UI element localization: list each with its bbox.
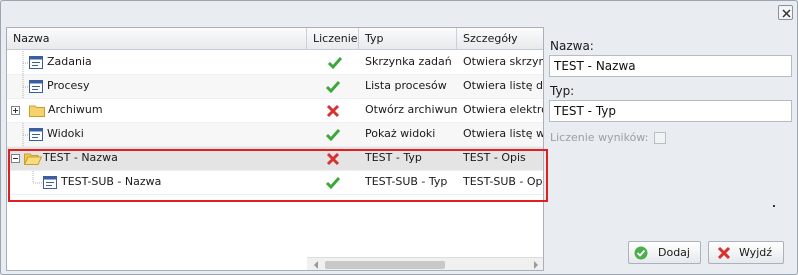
- col-header-counting[interactable]: Liczenie: [307, 28, 359, 50]
- check-icon: [325, 81, 341, 94]
- col-header-type[interactable]: Typ: [359, 28, 457, 50]
- row-name: Zadania: [47, 55, 92, 68]
- row-name: Archiwum: [48, 103, 103, 116]
- row-type: Otwórz archiwum: [365, 103, 457, 116]
- row-details: TEST - Opis: [463, 151, 526, 164]
- tree-line-icon: [22, 75, 29, 99]
- tree-row[interactable]: Archiwum Otwórz archiwum Otwiera elektro…: [7, 99, 543, 123]
- check-icon: [327, 57, 343, 70]
- tree-row[interactable]: Procesy Lista procesów Otwiera listę do: [7, 75, 544, 99]
- scroll-thumb[interactable]: [325, 261, 445, 269]
- row-name: Widoki: [47, 127, 84, 140]
- exit-button[interactable]: Wyjdź: [708, 241, 784, 264]
- col-header-name[interactable]: Nazwa: [7, 28, 307, 50]
- row-details: Otwiera elektron: [463, 103, 543, 116]
- row-name: TEST - Nazwa: [43, 151, 118, 164]
- list-icon: [29, 80, 43, 93]
- cross-icon: [326, 104, 340, 118]
- check-icon: [325, 129, 341, 142]
- add-button[interactable]: Dodaj: [628, 241, 701, 264]
- row-details: Otwiera listę ws: [463, 127, 544, 140]
- cross-icon: [717, 246, 731, 260]
- row-details: TEST-SUB - Opis: [463, 175, 544, 188]
- row-type: Lista procesów: [365, 79, 447, 92]
- folder-icon: [29, 105, 45, 117]
- type-label: Typ:: [550, 84, 575, 98]
- counting-checkbox[interactable]: [654, 132, 666, 144]
- row-name: Procesy: [47, 79, 90, 92]
- check-circle-icon: [634, 246, 648, 260]
- tree-row[interactable]: Zadania Skrzynka zadań Otwiera skrzynk: [7, 51, 544, 75]
- close-button[interactable]: [778, 5, 793, 20]
- dot-marker: [773, 205, 775, 207]
- list-icon: [29, 128, 43, 141]
- row-name: TEST-SUB - Nazwa: [61, 175, 162, 188]
- row-details: Otwiera skrzynk: [463, 55, 544, 68]
- type-input[interactable]: [549, 100, 792, 122]
- tree-row[interactable]: Widoki Pokaż widoki Otwiera listę ws: [7, 123, 544, 147]
- row-details: Otwiera listę do: [463, 79, 544, 92]
- tree-grid: Nazwa Liczenie Typ Szczegóły Zadania Skr…: [6, 27, 544, 271]
- list-icon: [43, 176, 57, 189]
- tree-line-icon: [22, 51, 29, 75]
- scroll-left-icon[interactable]: [311, 260, 321, 270]
- row-type: TEST-SUB - Typ: [365, 175, 448, 188]
- check-icon: [325, 177, 341, 190]
- add-button-label: Dodaj: [658, 246, 690, 259]
- expand-icon[interactable]: [11, 106, 20, 115]
- name-input[interactable]: [549, 55, 792, 77]
- cross-icon: [326, 152, 340, 166]
- col-header-details[interactable]: Szczegóły: [457, 28, 543, 50]
- tree-line-icon: [22, 123, 29, 147]
- list-icon: [29, 56, 43, 69]
- grid-header: Nazwa Liczenie Typ Szczegóły: [7, 28, 543, 50]
- tree-line-icon: [32, 171, 43, 184]
- folder-open-icon: [24, 153, 42, 165]
- tree-row-selected[interactable]: TEST - Nazwa TEST - Typ TEST - Opis: [7, 147, 543, 171]
- collapse-icon[interactable]: [11, 154, 20, 163]
- counting-label: Liczenie wyników:: [550, 131, 649, 144]
- scroll-right-icon[interactable]: [531, 260, 541, 270]
- close-icon: [782, 9, 791, 18]
- horizontal-scrollbar[interactable]: [307, 257, 543, 270]
- tree-row[interactable]: TEST-SUB - Nazwa TEST-SUB - Typ TEST-SUB…: [7, 171, 544, 195]
- dialog-window: Nazwa Liczenie Typ Szczegóły Zadania Skr…: [0, 0, 798, 275]
- name-label: Nazwa:: [550, 39, 594, 53]
- exit-button-label: Wyjdź: [739, 246, 773, 259]
- row-type: Pokaż widoki: [365, 127, 436, 140]
- row-type: TEST - Typ: [365, 151, 422, 164]
- row-type: Skrzynka zadań: [365, 55, 452, 68]
